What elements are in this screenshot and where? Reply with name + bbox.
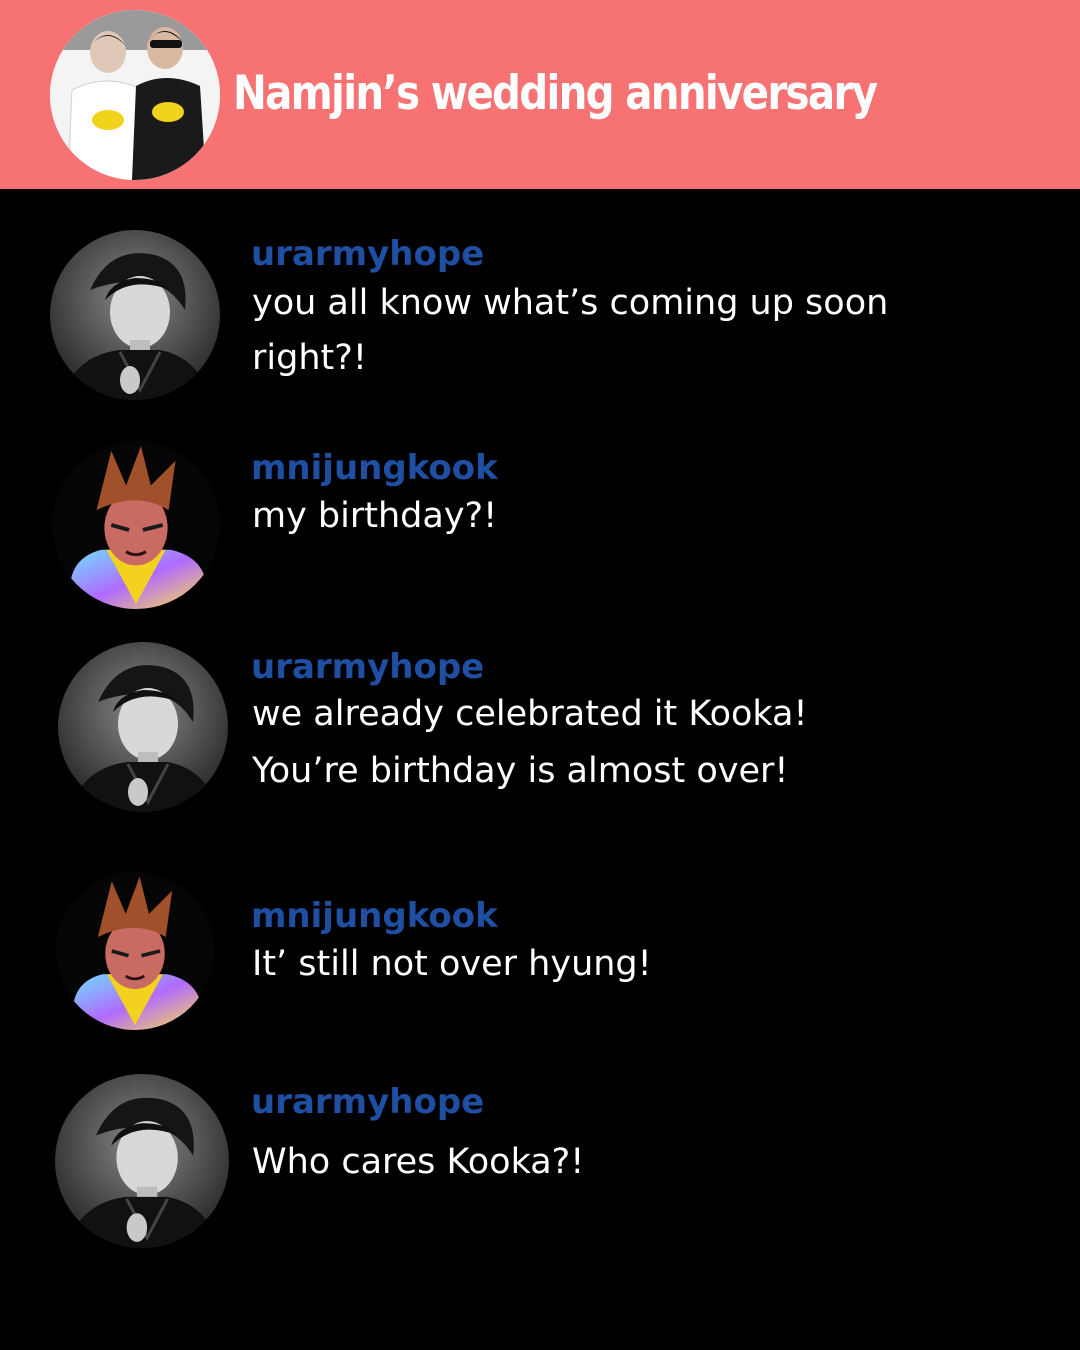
user-avatar[interactable] bbox=[50, 230, 220, 400]
message-username[interactable]: urarmyhope bbox=[251, 1082, 484, 1122]
user-avatar[interactable] bbox=[55, 1074, 229, 1248]
user-avatar[interactable] bbox=[58, 642, 228, 812]
user-avatar[interactable] bbox=[56, 872, 214, 1030]
message-text: Who cares Kooka?! bbox=[252, 1142, 585, 1182]
user-avatar[interactable] bbox=[52, 441, 220, 609]
chat-title: Namjin’s wedding anniversary bbox=[233, 66, 878, 121]
group-photo-avatar[interactable] bbox=[50, 10, 220, 180]
chat-header: Namjin’s wedding anniversary bbox=[0, 0, 1080, 189]
message-username[interactable]: mnijungkook bbox=[251, 448, 498, 488]
message-text-line-1: we already celebrated it Kooka! bbox=[252, 694, 808, 734]
message-username[interactable]: urarmyhope bbox=[251, 647, 484, 687]
message-list: urarmyhope you all know what’s coming up… bbox=[0, 189, 1080, 1350]
message-username[interactable]: urarmyhope bbox=[251, 234, 484, 274]
message-text-line-2: You’re birthday is almost over! bbox=[252, 751, 789, 791]
message-text: you all know what’s coming up soon right… bbox=[252, 283, 889, 378]
message-text: my birthday?! bbox=[252, 496, 498, 536]
message-text: It’ still not over hyung! bbox=[252, 944, 652, 984]
message-username[interactable]: mnijungkook bbox=[251, 896, 498, 936]
